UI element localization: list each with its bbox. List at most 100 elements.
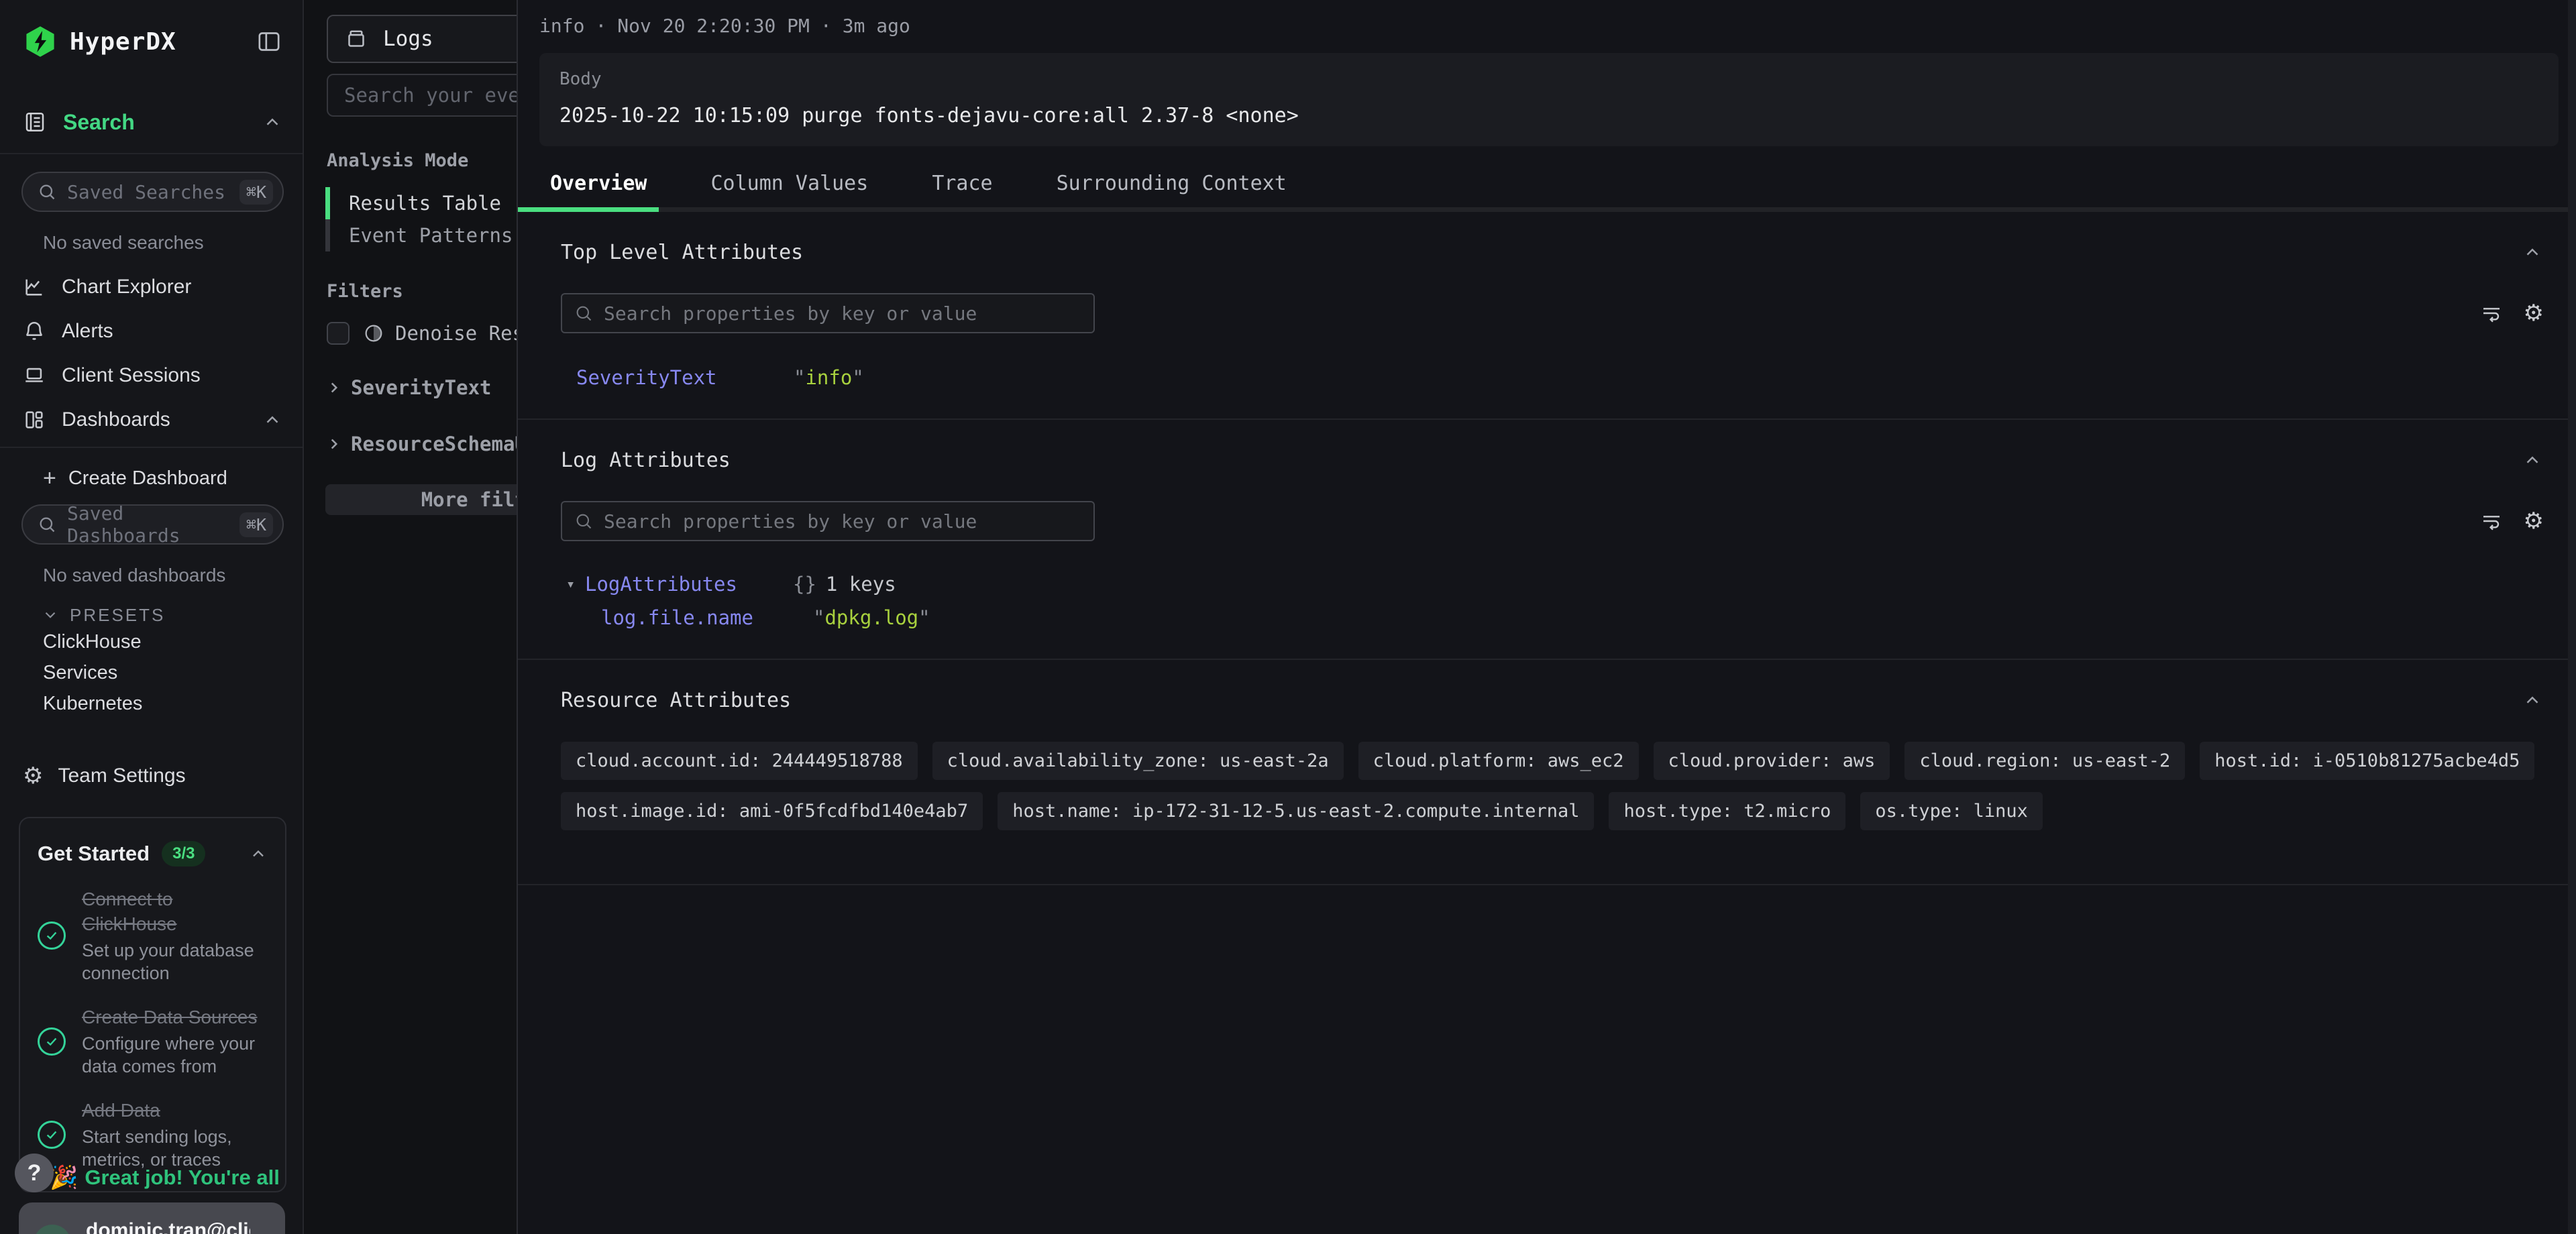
hyperdx-app: HyperDX Search Sav <box>0 0 2576 1234</box>
divider <box>0 153 303 154</box>
preset-kubernetes[interactable]: Kubernetes <box>43 688 303 719</box>
resource-chip[interactable]: host.name: ip-172-31-12-5.us-east-2.comp… <box>998 792 1594 830</box>
search-section-icon <box>23 110 47 134</box>
attribute-value[interactable]: "dpkg.log" <box>813 606 930 629</box>
attribute-value[interactable]: "info" <box>794 366 864 389</box>
sidebar-item-dashboards[interactable]: Dashboards <box>0 402 303 437</box>
get-started-item[interactable]: Connect to ClickHouse Set up your databa… <box>38 887 268 985</box>
search-icon <box>38 182 56 201</box>
presets-toggle[interactable]: PRESETS <box>42 604 303 626</box>
help-button[interactable]: ? <box>15 1154 54 1192</box>
sidebar-item-alerts[interactable]: Alerts <box>0 314 303 349</box>
active-indicator-bar <box>325 187 330 219</box>
body-value: 2025-10-22 10:15:09 purge fonts-dejavu-c… <box>559 104 2538 127</box>
wrap-lines-icon[interactable] <box>2481 510 2502 532</box>
detail-tab-bar: Overview Column Values Trace Surrounding… <box>518 160 2576 212</box>
get-started-item[interactable]: Create Data Sources Configure where your… <box>38 1005 268 1078</box>
tab-column-values[interactable]: Column Values <box>711 172 869 195</box>
sidebar-item-label: Dashboards <box>62 408 262 431</box>
resource-chip[interactable]: cloud.account.id: 244449518788 <box>561 742 918 780</box>
get-started-header[interactable]: Get Started 3/3 <box>38 841 268 866</box>
event-relative-time: 3m ago <box>843 15 910 37</box>
mode-results-table[interactable]: Results Table <box>305 187 517 219</box>
attribute-key[interactable]: log.file.name <box>601 606 813 629</box>
collapse-triangle-icon[interactable]: ▾ <box>566 576 585 593</box>
app-title: HyperDX <box>70 28 256 56</box>
property-search-placeholder: Search properties by key or value <box>604 510 977 532</box>
filters-label: Filters <box>327 281 517 302</box>
tab-overview[interactable]: Overview <box>550 172 647 195</box>
resource-chip[interactable]: host.image.id: ami-0f5fcdfbd140e4ab7 <box>561 792 983 830</box>
gear-icon[interactable]: ⚙ <box>2524 510 2544 532</box>
source-select[interactable]: Logs <box>327 15 517 63</box>
tab-surrounding-context[interactable]: Surrounding Context <box>1057 172 1287 195</box>
chevron-up-icon[interactable] <box>262 410 282 430</box>
attribute-row[interactable]: SeverityText "info" <box>561 366 2559 389</box>
search-icon <box>574 512 593 530</box>
resource-chip[interactable]: cloud.platform: aws_ec2 <box>1358 742 1639 780</box>
chevron-up-icon[interactable] <box>2522 242 2542 262</box>
wrap-lines-icon[interactable] <box>2481 302 2502 324</box>
create-dashboard-button[interactable]: + Create Dashboard <box>43 463 303 494</box>
denoise-checkbox[interactable] <box>327 322 350 345</box>
event-search-input[interactable]: Search your event <box>327 74 517 117</box>
sidebar-item-client-sessions[interactable]: Client Sessions <box>0 358 303 393</box>
check-circle-icon <box>38 1121 66 1149</box>
resource-chip[interactable]: cloud.provider: aws <box>1654 742 1890 780</box>
get-started-item[interactable]: Add Data Start sending logs, metrics, or… <box>38 1098 268 1171</box>
filter-group-resourceschemaurl[interactable]: ResourceSchemaUrl <box>325 431 517 457</box>
chart-line-icon <box>23 276 46 298</box>
avatar: D <box>34 1225 71 1234</box>
get-started-progress-badge: 3/3 <box>162 841 205 866</box>
denoise-results-row[interactable]: Denoise Resul <box>327 322 517 345</box>
sidebar-item-search[interactable]: Search <box>0 107 303 137</box>
resource-chip[interactable]: cloud.availability_zone: us-east-2a <box>932 742 1344 780</box>
logo-row: HyperDX <box>0 0 303 59</box>
saved-dashboards-input[interactable]: Saved Dashboards ⌘K <box>21 504 284 545</box>
event-search-placeholder: Search your event <box>344 84 517 107</box>
celebration-message: 🎉 Great job! You're all <box>50 1164 271 1191</box>
resource-chip[interactable]: host.id: i-0510b81275acbe4d5 <box>2200 742 2534 780</box>
preset-services[interactable]: Services <box>43 657 303 688</box>
chevron-up-icon[interactable] <box>2522 690 2542 710</box>
event-detail-panel: info · Nov 20 2:20:30 PM · 3m ago Body 2… <box>517 0 2576 1234</box>
dashboard-grid-icon <box>23 408 46 431</box>
attribute-tree-root[interactable]: ▾ LogAttributes {} 1 keys <box>561 573 2559 596</box>
resource-chip[interactable]: cloud.region: us-east-2 <box>1904 742 2185 780</box>
mode-event-patterns[interactable]: Event Patterns <box>305 219 517 251</box>
sidebar-nav: Chart Explorer Alerts Client Sessions Da… <box>0 270 303 437</box>
get-started-title: Get Started <box>38 842 150 866</box>
no-saved-dashboards-text: No saved dashboards <box>43 565 303 586</box>
resource-attribute-chips: cloud.account.id: 244449518788 cloud.ava… <box>561 742 2559 830</box>
attribute-row[interactable]: log.file.name "dpkg.log" <box>561 606 2559 629</box>
saved-searches-input[interactable]: Saved Searches ⌘K <box>21 172 284 212</box>
chevron-up-icon[interactable] <box>2522 450 2542 470</box>
attribute-key[interactable]: SeverityText <box>576 366 794 389</box>
user-account-card[interactable]: D dominic.tran@clic... dominic.tran@clic… <box>19 1202 285 1234</box>
scrollbar[interactable] <box>2568 0 2576 1234</box>
sidebar-item-chart-explorer[interactable]: Chart Explorer <box>0 270 303 304</box>
get-started-item-desc: Configure where your data comes from <box>82 1032 268 1078</box>
tab-trace[interactable]: Trace <box>932 172 992 195</box>
resource-attributes-section: Resource Attributes cloud.account.id: 24… <box>539 660 2559 830</box>
shortcut-badge: ⌘K <box>239 180 273 205</box>
chevron-down-icon <box>42 606 59 624</box>
sidebar-collapse-icon[interactable] <box>256 28 282 55</box>
sidebar-item-team-settings[interactable]: ⚙ Team Settings <box>23 761 303 791</box>
property-search-input[interactable]: Search properties by key or value <box>561 501 1095 541</box>
question-mark-icon: ? <box>28 1160 42 1186</box>
property-search-input[interactable]: Search properties by key or value <box>561 293 1095 333</box>
saved-dashboards-placeholder: Saved Dashboards <box>67 502 239 547</box>
attribute-key[interactable]: LogAttributes <box>585 573 793 596</box>
gear-icon[interactable]: ⚙ <box>2524 302 2544 325</box>
chevron-up-icon[interactable] <box>249 844 268 863</box>
chevron-up-icon[interactable] <box>262 112 282 132</box>
resource-chip[interactable]: os.type: linux <box>1860 792 2043 830</box>
filter-group-severitytext[interactable]: SeverityText <box>325 374 517 401</box>
preset-clickhouse[interactable]: ClickHouse <box>43 626 303 657</box>
more-filters-button[interactable]: More filte <box>325 484 517 515</box>
resource-chip[interactable]: host.type: t2.micro <box>1609 792 1845 830</box>
get-started-item-title: Create Data Sources <box>82 1005 268 1029</box>
sidebar-item-label: Search <box>63 110 262 135</box>
get-started-item-desc: Set up your database connection <box>82 939 268 985</box>
